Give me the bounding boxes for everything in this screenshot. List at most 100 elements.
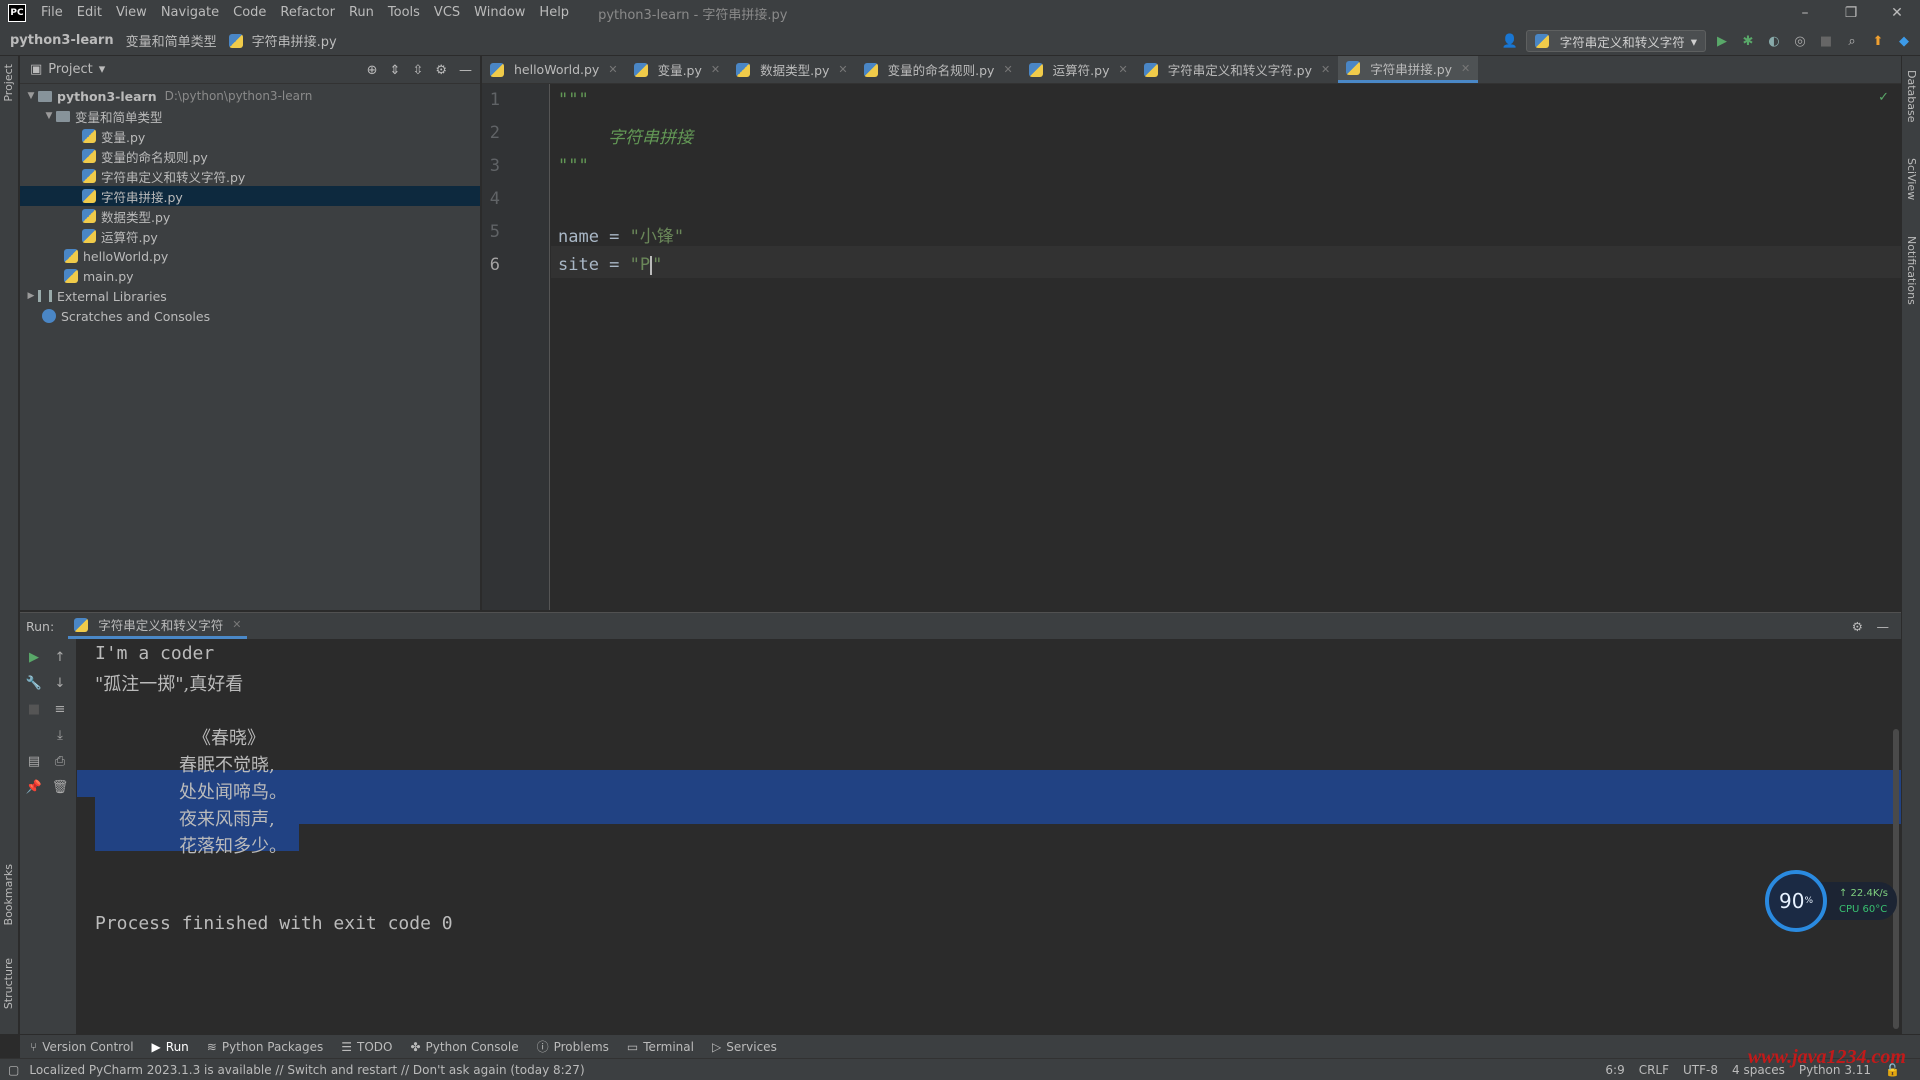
sciview-tool-button[interactable]: SciView — [1905, 158, 1918, 200]
editor-tab[interactable]: 字符串定义和转义字符.py ✕ — [1136, 56, 1339, 83]
run-tab[interactable]: 字符串定义和转义字符 ✕ — [68, 613, 248, 639]
chevron-down-icon[interactable]: ▾ — [99, 62, 106, 77]
tool-tab-problems[interactable]: ⓘ Problems — [537, 1038, 609, 1055]
hide-icon[interactable]: — — [1877, 619, 1890, 634]
tree-file-selected[interactable]: 字符串拼接.py — [20, 186, 480, 206]
update-icon[interactable]: ⬆ — [1868, 31, 1888, 51]
menu-navigate[interactable]: Navigate — [154, 0, 226, 26]
breadcrumb-folder[interactable]: 变量和简单类型 — [120, 31, 223, 50]
scroll-to-end-icon[interactable]: ⤓ — [50, 725, 70, 745]
layout-icon[interactable]: ▤ — [24, 751, 44, 771]
breadcrumb-project[interactable]: python3-learn — [4, 33, 120, 48]
restore-button[interactable]: ❐ — [1828, 0, 1874, 26]
trash-icon[interactable]: 🗑 — [50, 777, 70, 797]
close-icon[interactable]: ✕ — [838, 63, 847, 76]
close-icon[interactable]: ✕ — [1003, 63, 1012, 76]
stop-icon[interactable]: ■ — [1816, 31, 1836, 51]
locate-icon[interactable]: ⊕ — [367, 63, 378, 78]
expand-all-icon[interactable]: ⇕ — [390, 63, 401, 78]
project-tool-button[interactable]: Project — [2, 64, 15, 102]
wrench-icon[interactable]: 🔧 — [24, 673, 44, 693]
editor-tab[interactable]: 变量的命名规则.py ✕ — [856, 56, 1021, 83]
project-view-dropdown[interactable]: Project — [48, 62, 92, 77]
close-icon[interactable]: ✕ — [1461, 62, 1470, 75]
code-line-5[interactable]: name = "小锋" — [558, 222, 684, 247]
chevron-down-icon[interactable]: ▼ — [24, 91, 38, 101]
rerun-icon[interactable]: ▶ — [24, 647, 44, 667]
search-icon[interactable]: ⌕ — [1842, 31, 1862, 51]
user-icon[interactable]: 👤 — [1500, 31, 1520, 51]
tree-file[interactable]: 数据类型.py — [20, 206, 480, 226]
print-icon[interactable]: ⎙ — [50, 751, 70, 771]
stop-icon[interactable]: ■ — [24, 699, 44, 719]
database-tool-button[interactable]: Database — [1905, 70, 1918, 123]
menu-tools[interactable]: Tools — [381, 0, 427, 26]
gear-icon[interactable]: ⚙ — [435, 63, 447, 78]
code-line-2[interactable]: 字符串拼接 — [608, 123, 693, 148]
caret-position[interactable]: 6:9 — [1605, 1063, 1624, 1077]
menu-code[interactable]: Code — [226, 0, 273, 26]
tool-tab-terminal[interactable]: ▭ Terminal — [627, 1040, 694, 1054]
file-encoding[interactable]: UTF-8 — [1683, 1063, 1718, 1077]
code-line-6[interactable]: site = "P " — [558, 255, 662, 275]
status-message[interactable]: Localized PyCharm 2023.1.3 is available … — [29, 1063, 584, 1077]
chevron-right-icon[interactable]: ▶ — [24, 291, 38, 301]
tree-file[interactable]: helloWorld.py — [20, 246, 480, 266]
code-line-1[interactable]: """ — [558, 90, 589, 110]
breadcrumb-file[interactable]: 字符串拼接.py — [223, 31, 343, 50]
collapse-all-icon[interactable]: ⇳ — [412, 63, 423, 78]
pin-icon[interactable]: 📌 — [24, 777, 44, 797]
hide-icon[interactable]: — — [459, 63, 472, 78]
code-line-3[interactable]: """ — [558, 156, 589, 176]
editor-tab-active[interactable]: 字符串拼接.py ✕ — [1338, 56, 1479, 83]
close-icon[interactable]: ✕ — [608, 63, 617, 76]
menu-help[interactable]: Help — [532, 0, 576, 26]
debug-icon[interactable]: ✱ — [1738, 31, 1758, 51]
close-icon[interactable]: ✕ — [232, 618, 241, 631]
tool-tab-version-control[interactable]: ⑂ Version Control — [30, 1040, 134, 1054]
run-icon[interactable]: ▶ — [1712, 31, 1732, 51]
close-icon[interactable]: ✕ — [711, 63, 720, 76]
menu-file[interactable]: File — [34, 0, 70, 26]
tool-tab-run[interactable]: ▶ Run — [152, 1040, 189, 1054]
editor-tab[interactable]: helloWorld.py ✕ — [482, 56, 626, 83]
chevron-down-icon[interactable]: ▼ — [42, 111, 56, 121]
tree-file[interactable]: 运算符.py — [20, 226, 480, 246]
tool-tab-todo[interactable]: ☰ TODO — [341, 1040, 392, 1054]
tool-tab-services[interactable]: ▷ Services — [712, 1040, 777, 1054]
soft-wrap-icon[interactable]: ≡ — [50, 699, 70, 719]
tree-root[interactable]: ▼ python3-learn D:\python\python3-learn — [20, 86, 480, 106]
console-output[interactable]: I'm a coder "孤注一掷",真好看 《春晓》 春眠不觉晓, 处处闻啼鸟… — [77, 639, 1901, 1035]
menu-vcs[interactable]: VCS — [427, 0, 467, 26]
line-separator[interactable]: CRLF — [1639, 1063, 1669, 1077]
close-icon[interactable]: ✕ — [1118, 63, 1127, 76]
performance-widget[interactable]: ↑ 22.4K/s CPU 60°C 90% — [1765, 870, 1905, 932]
tree-folder[interactable]: ▼ 变量和简单类型 — [20, 106, 480, 126]
notifications-tool-button[interactable]: Notifications — [1905, 236, 1918, 305]
tree-file[interactable]: main.py — [20, 266, 480, 286]
profile-icon[interactable]: ◎ — [1790, 31, 1810, 51]
tool-tab-python-packages[interactable]: ≋ Python Packages — [207, 1040, 323, 1054]
tool-tab-python-console[interactable]: ✤ Python Console — [410, 1040, 518, 1054]
menu-window[interactable]: Window — [467, 0, 532, 26]
down-arrow-icon[interactable]: ↓ — [50, 673, 70, 693]
close-icon[interactable]: ✕ — [1321, 63, 1330, 76]
editor-tab[interactable]: 运算符.py ✕ — [1021, 56, 1136, 83]
structure-tool-button[interactable]: Structure — [2, 958, 15, 1009]
bookmarks-tool-button[interactable]: Bookmarks — [2, 864, 15, 925]
menu-refactor[interactable]: Refactor — [273, 0, 342, 26]
status-panel-icon[interactable]: ▢ — [8, 1063, 19, 1077]
minimize-button[interactable]: – — [1782, 0, 1828, 26]
tree-file[interactable]: 变量.py — [20, 126, 480, 146]
gear-icon[interactable]: ⚙ — [1852, 619, 1863, 634]
tree-scratches[interactable]: Scratches and Consoles — [20, 306, 480, 326]
editor-tab[interactable]: 变量.py ✕ — [626, 56, 729, 83]
coverage-icon[interactable]: ◐ — [1764, 31, 1784, 51]
run-configuration-dropdown[interactable]: 字符串定义和转义字符 ▾ — [1525, 30, 1706, 52]
plugin-icon[interactable]: ◆ — [1894, 31, 1914, 51]
up-arrow-icon[interactable]: ↑ — [50, 647, 70, 667]
editor-tab[interactable]: 数据类型.py ✕ — [728, 56, 856, 83]
menu-view[interactable]: View — [109, 0, 154, 26]
tree-external-libraries[interactable]: ▶ External Libraries — [20, 286, 480, 306]
tree-file[interactable]: 字符串定义和转义字符.py — [20, 166, 480, 186]
